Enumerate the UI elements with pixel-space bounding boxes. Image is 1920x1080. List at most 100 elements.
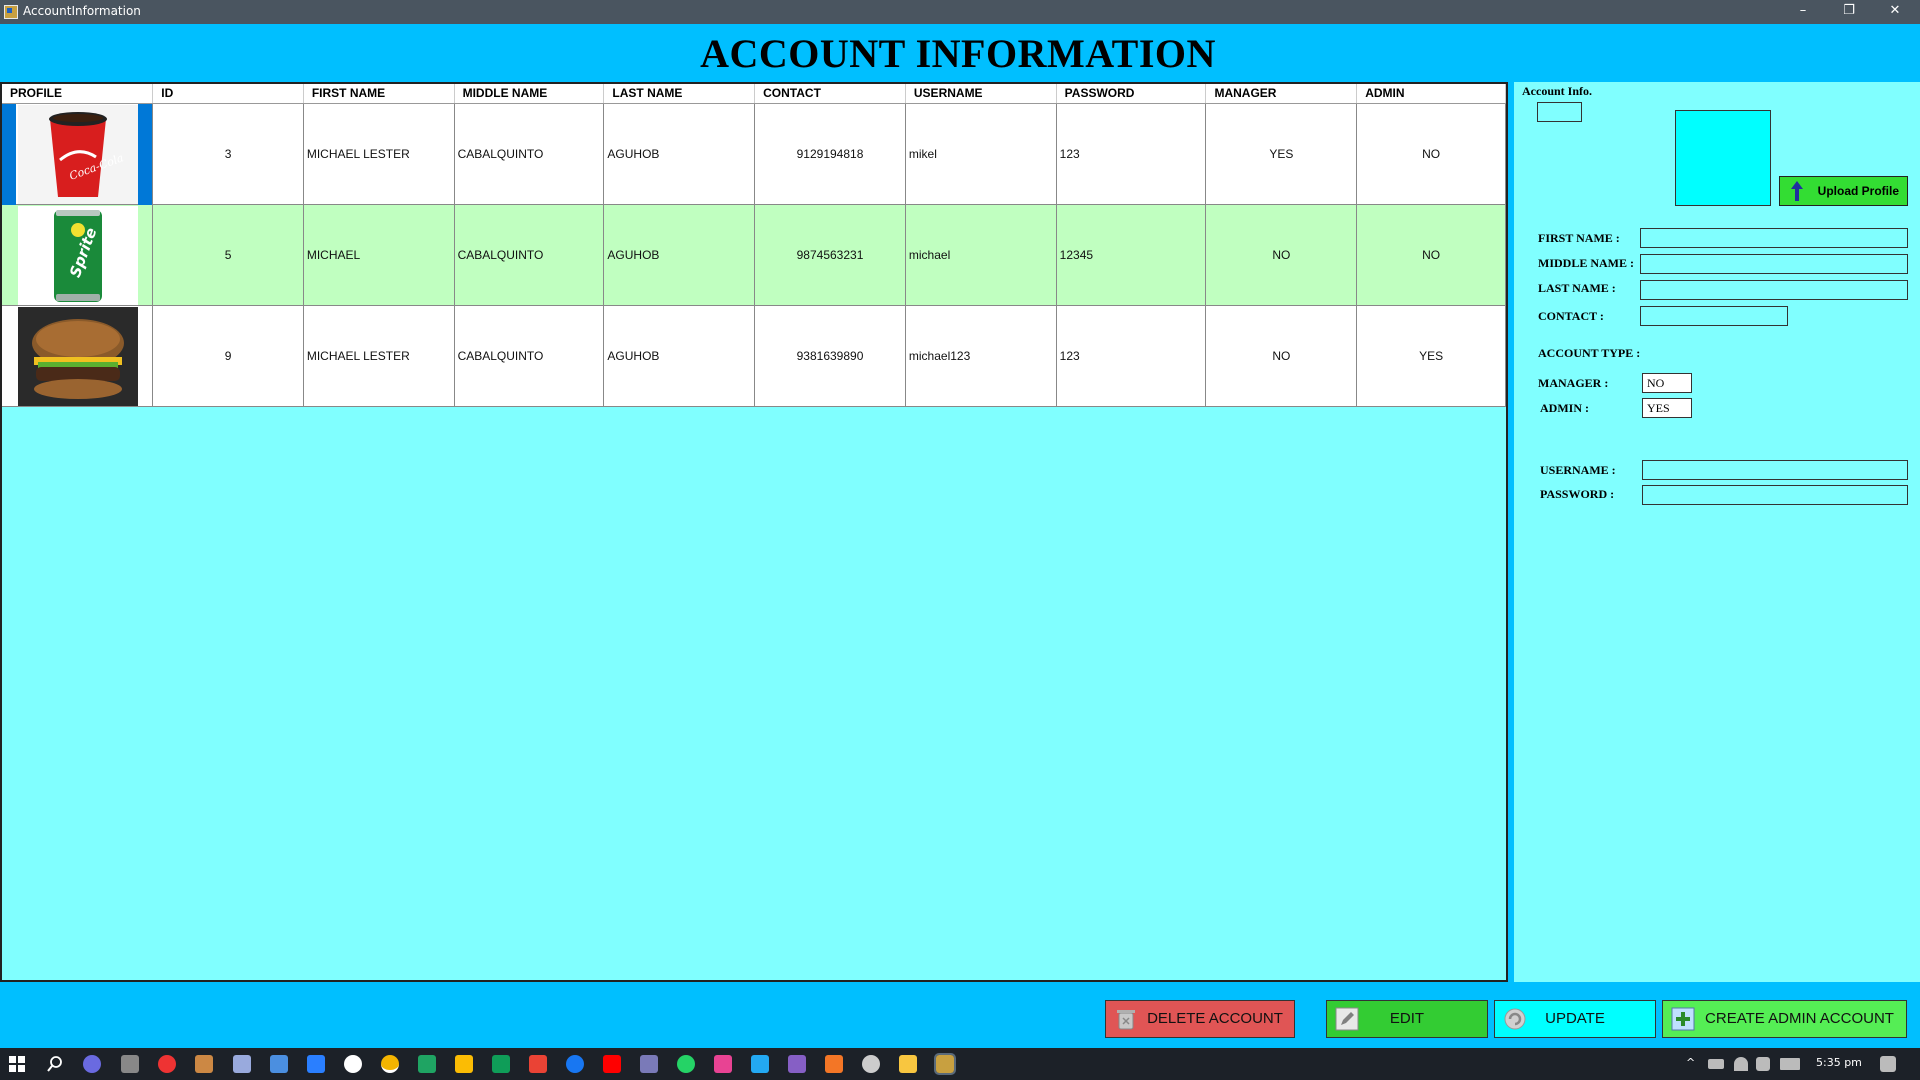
account-id-field[interactable] [1537, 102, 1582, 122]
settings-icon[interactable] [862, 1055, 880, 1073]
app-icon-1[interactable] [83, 1055, 101, 1073]
password-cell[interactable]: 123 [1056, 305, 1207, 407]
column-header-password[interactable]: PASSWORD [1056, 84, 1207, 104]
admin-cell[interactable]: YES [1356, 305, 1506, 407]
search-icon[interactable] [46, 1055, 64, 1073]
app-icon-3[interactable] [158, 1055, 176, 1073]
accounts-table[interactable]: PROFILE ID FIRST NAME MIDDLE NAME LAST N… [2, 84, 1506, 407]
column-header-manager[interactable]: MANAGER [1205, 84, 1358, 104]
column-header-last-name[interactable]: LAST NAME [603, 84, 756, 104]
create-admin-account-button[interactable]: CREATE ADMIN ACCOUNT [1662, 1000, 1907, 1038]
coca-cola-cup-image: Coca-Cola [18, 104, 138, 204]
password-field[interactable] [1642, 485, 1908, 505]
upload-profile-button[interactable]: Upload Profile [1779, 176, 1908, 206]
column-header-admin[interactable]: ADMIN [1356, 84, 1506, 104]
middle-name-field[interactable] [1640, 254, 1908, 274]
manager-field[interactable]: NO [1642, 373, 1692, 393]
manager-cell[interactable]: NO [1205, 305, 1358, 407]
admin-cell[interactable]: NO [1356, 103, 1506, 205]
username-cell[interactable]: michael123 [905, 305, 1057, 407]
delete-account-button[interactable]: DELETE ACCOUNT [1105, 1000, 1295, 1038]
profile-cell[interactable] [2, 305, 154, 407]
windows-taskbar: ^ 5:35 pm [0, 1048, 1920, 1080]
last-name-field[interactable] [1640, 280, 1908, 300]
app-icon-9[interactable] [677, 1055, 695, 1073]
app-icon-4[interactable] [195, 1055, 213, 1073]
middle-name-cell[interactable]: CABALQUINTO [454, 204, 605, 306]
app-icon-2[interactable] [121, 1055, 139, 1073]
column-header-profile[interactable]: PROFILE [2, 84, 154, 104]
app-icon-8[interactable] [640, 1055, 658, 1073]
chrome-icon[interactable] [381, 1055, 399, 1073]
username-cell[interactable]: michael [905, 204, 1057, 306]
profile-cell[interactable]: Coca-Cola [2, 103, 154, 205]
account-type-label: ACCOUNT TYPE : [1538, 346, 1641, 360]
id-cell[interactable]: 9 [152, 305, 304, 407]
column-header-contact[interactable]: CONTACT [754, 84, 906, 104]
keyboard-icon[interactable] [1780, 1058, 1800, 1070]
file-explorer-icon[interactable] [899, 1055, 917, 1073]
restore-button[interactable]: ❐ [1826, 0, 1872, 24]
app-icon-11[interactable] [825, 1055, 843, 1073]
username-field[interactable] [1642, 460, 1908, 480]
column-header-first-name[interactable]: FIRST NAME [303, 84, 455, 104]
account-app-taskbar-icon[interactable] [934, 1053, 956, 1075]
manager-cell[interactable]: NO [1205, 204, 1358, 306]
wifi-icon[interactable] [1734, 1057, 1748, 1071]
admin-cell[interactable]: NO [1356, 204, 1506, 306]
admin-field[interactable]: YES [1642, 398, 1692, 418]
id-cell[interactable]: 5 [152, 204, 304, 306]
volume-icon[interactable] [1756, 1057, 1770, 1071]
middle-name-cell[interactable]: CABALQUINTO [454, 103, 605, 205]
column-header-middle-name[interactable]: MIDDLE NAME [454, 84, 605, 104]
contact-cell[interactable]: 9129194818 [754, 103, 906, 205]
accounts-grid[interactable]: PROFILE ID FIRST NAME MIDDLE NAME LAST N… [0, 82, 1508, 982]
table-row[interactable]: Sprite 5 MICHAEL CABALQUINTO AGUHOB 9874… [2, 204, 1506, 306]
last-name-cell[interactable]: AGUHOB [603, 305, 756, 407]
facebook-icon[interactable] [566, 1055, 584, 1073]
sheets-icon[interactable] [492, 1055, 510, 1073]
update-button[interactable]: UPDATE [1494, 1000, 1656, 1038]
last-name-label: LAST NAME : [1538, 281, 1616, 295]
notifications-icon[interactable] [1880, 1056, 1896, 1072]
contact-field[interactable] [1640, 306, 1788, 326]
minimize-button[interactable]: – [1780, 0, 1826, 24]
drive-icon[interactable] [455, 1055, 473, 1073]
column-header-id[interactable]: ID [152, 84, 304, 104]
column-header-username[interactable]: USERNAME [905, 84, 1057, 104]
vscode-icon[interactable] [751, 1055, 769, 1073]
username-cell[interactable]: mikel [905, 103, 1057, 205]
first-name-field[interactable] [1640, 228, 1908, 248]
close-button[interactable]: ✕ [1872, 0, 1918, 24]
contact-cell[interactable]: 9874563231 [754, 204, 906, 306]
table-row[interactable]: Coca-Cola 3 MICHAEL LESTER CABALQUINTO A… [2, 103, 1506, 205]
contact-cell[interactable]: 9381639890 [754, 305, 906, 407]
meet-icon[interactable] [418, 1055, 436, 1073]
app-icon-7[interactable] [307, 1055, 325, 1073]
windows-start-icon[interactable] [9, 1056, 25, 1072]
gmail-icon[interactable] [529, 1055, 547, 1073]
first-name-cell[interactable]: MICHAEL [303, 204, 455, 306]
edit-button[interactable]: EDIT [1326, 1000, 1488, 1038]
visual-studio-icon[interactable] [788, 1055, 806, 1073]
app-icon-10[interactable] [714, 1055, 732, 1073]
tray-chevron-icon[interactable]: ^ [1686, 1056, 1695, 1069]
id-cell[interactable]: 3 [152, 103, 304, 205]
password-cell[interactable]: 123 [1056, 103, 1207, 205]
profile-cell[interactable]: Sprite [2, 204, 154, 306]
last-name-cell[interactable]: AGUHOB [603, 103, 756, 205]
first-name-cell[interactable]: MICHAEL LESTER [303, 305, 455, 407]
youtube-icon[interactable] [603, 1055, 621, 1073]
clock[interactable]: 5:35 pm [1816, 1056, 1862, 1069]
middle-name-cell[interactable]: CABALQUINTO [454, 305, 605, 407]
last-name-cell[interactable]: AGUHOB [603, 204, 756, 306]
table-row[interactable]: 9 MICHAEL LESTER CABALQUINTO AGUHOB 9381… [2, 305, 1506, 407]
password-cell[interactable]: 12345 [1056, 204, 1207, 306]
app-icon-5[interactable] [233, 1055, 251, 1073]
app-icon-6[interactable] [270, 1055, 288, 1073]
battery-icon[interactable] [1708, 1059, 1724, 1069]
google-icon[interactable] [344, 1055, 362, 1073]
middle-name-label: MIDDLE NAME : [1538, 256, 1634, 270]
first-name-cell[interactable]: MICHAEL LESTER [303, 103, 455, 205]
manager-cell[interactable]: YES [1205, 103, 1358, 205]
